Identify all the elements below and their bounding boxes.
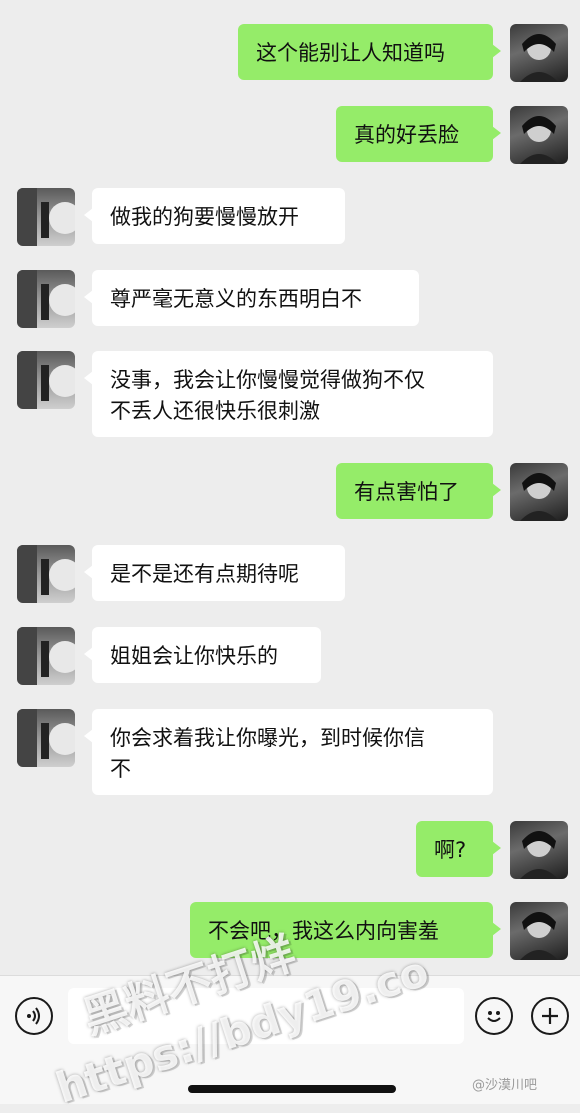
my-avatar[interactable] (510, 106, 568, 164)
contact-avatar[interactable] (17, 270, 75, 328)
message-line: 你会求着我让你曝光，到时候你信 (110, 726, 425, 750)
message-bubble-received[interactable]: 做我的狗要慢慢放开 (84, 188, 345, 244)
contact-avatar[interactable] (17, 545, 75, 603)
contact-avatar[interactable] (17, 709, 75, 767)
message-bubble-sent[interactable]: 这个能别让人知道吗 (238, 24, 501, 80)
message-bubble-received[interactable]: 姐姐会让你快乐的 (84, 627, 321, 683)
message-line: 不丢人还很快乐很刺激 (110, 399, 320, 423)
my-avatar[interactable] (510, 902, 568, 960)
chat-area: 这个能别让人知道吗 真的好丢脸 做我的狗要慢慢放开 尊严毫无意义的东西明白不 没… (0, 0, 580, 975)
contact-avatar[interactable] (17, 627, 75, 685)
corner-watermark: @沙漠川吧 (472, 1078, 538, 1093)
my-avatar[interactable] (510, 463, 568, 521)
message-line: 没事，我会让你慢慢觉得做狗不仅 (110, 368, 425, 392)
my-avatar[interactable] (510, 24, 568, 82)
message-bubble-sent[interactable]: 有点害怕了 (336, 463, 501, 519)
message-line: 不 (110, 757, 131, 781)
my-avatar[interactable] (510, 821, 568, 879)
emoji-icon[interactable] (475, 997, 513, 1035)
contact-avatar[interactable] (17, 188, 75, 246)
message-bubble-received[interactable]: 尊严毫无意义的东西明白不 (84, 270, 419, 326)
home-indicator (188, 1085, 396, 1093)
contact-avatar[interactable] (17, 351, 75, 409)
message-bubble-sent[interactable]: 啊? (416, 821, 501, 877)
message-bubble-received[interactable]: 是不是还有点期待呢 (84, 545, 345, 601)
message-bubble-received[interactable]: 没事，我会让你慢慢觉得做狗不仅 不丢人还很快乐很刺激 (84, 351, 493, 437)
message-bubble-sent[interactable]: 真的好丢脸 (336, 106, 501, 162)
plus-icon[interactable] (531, 997, 569, 1035)
message-bubble-received[interactable]: 你会求着我让你曝光，到时候你信 不 (84, 709, 493, 795)
voice-icon[interactable] (15, 997, 53, 1035)
